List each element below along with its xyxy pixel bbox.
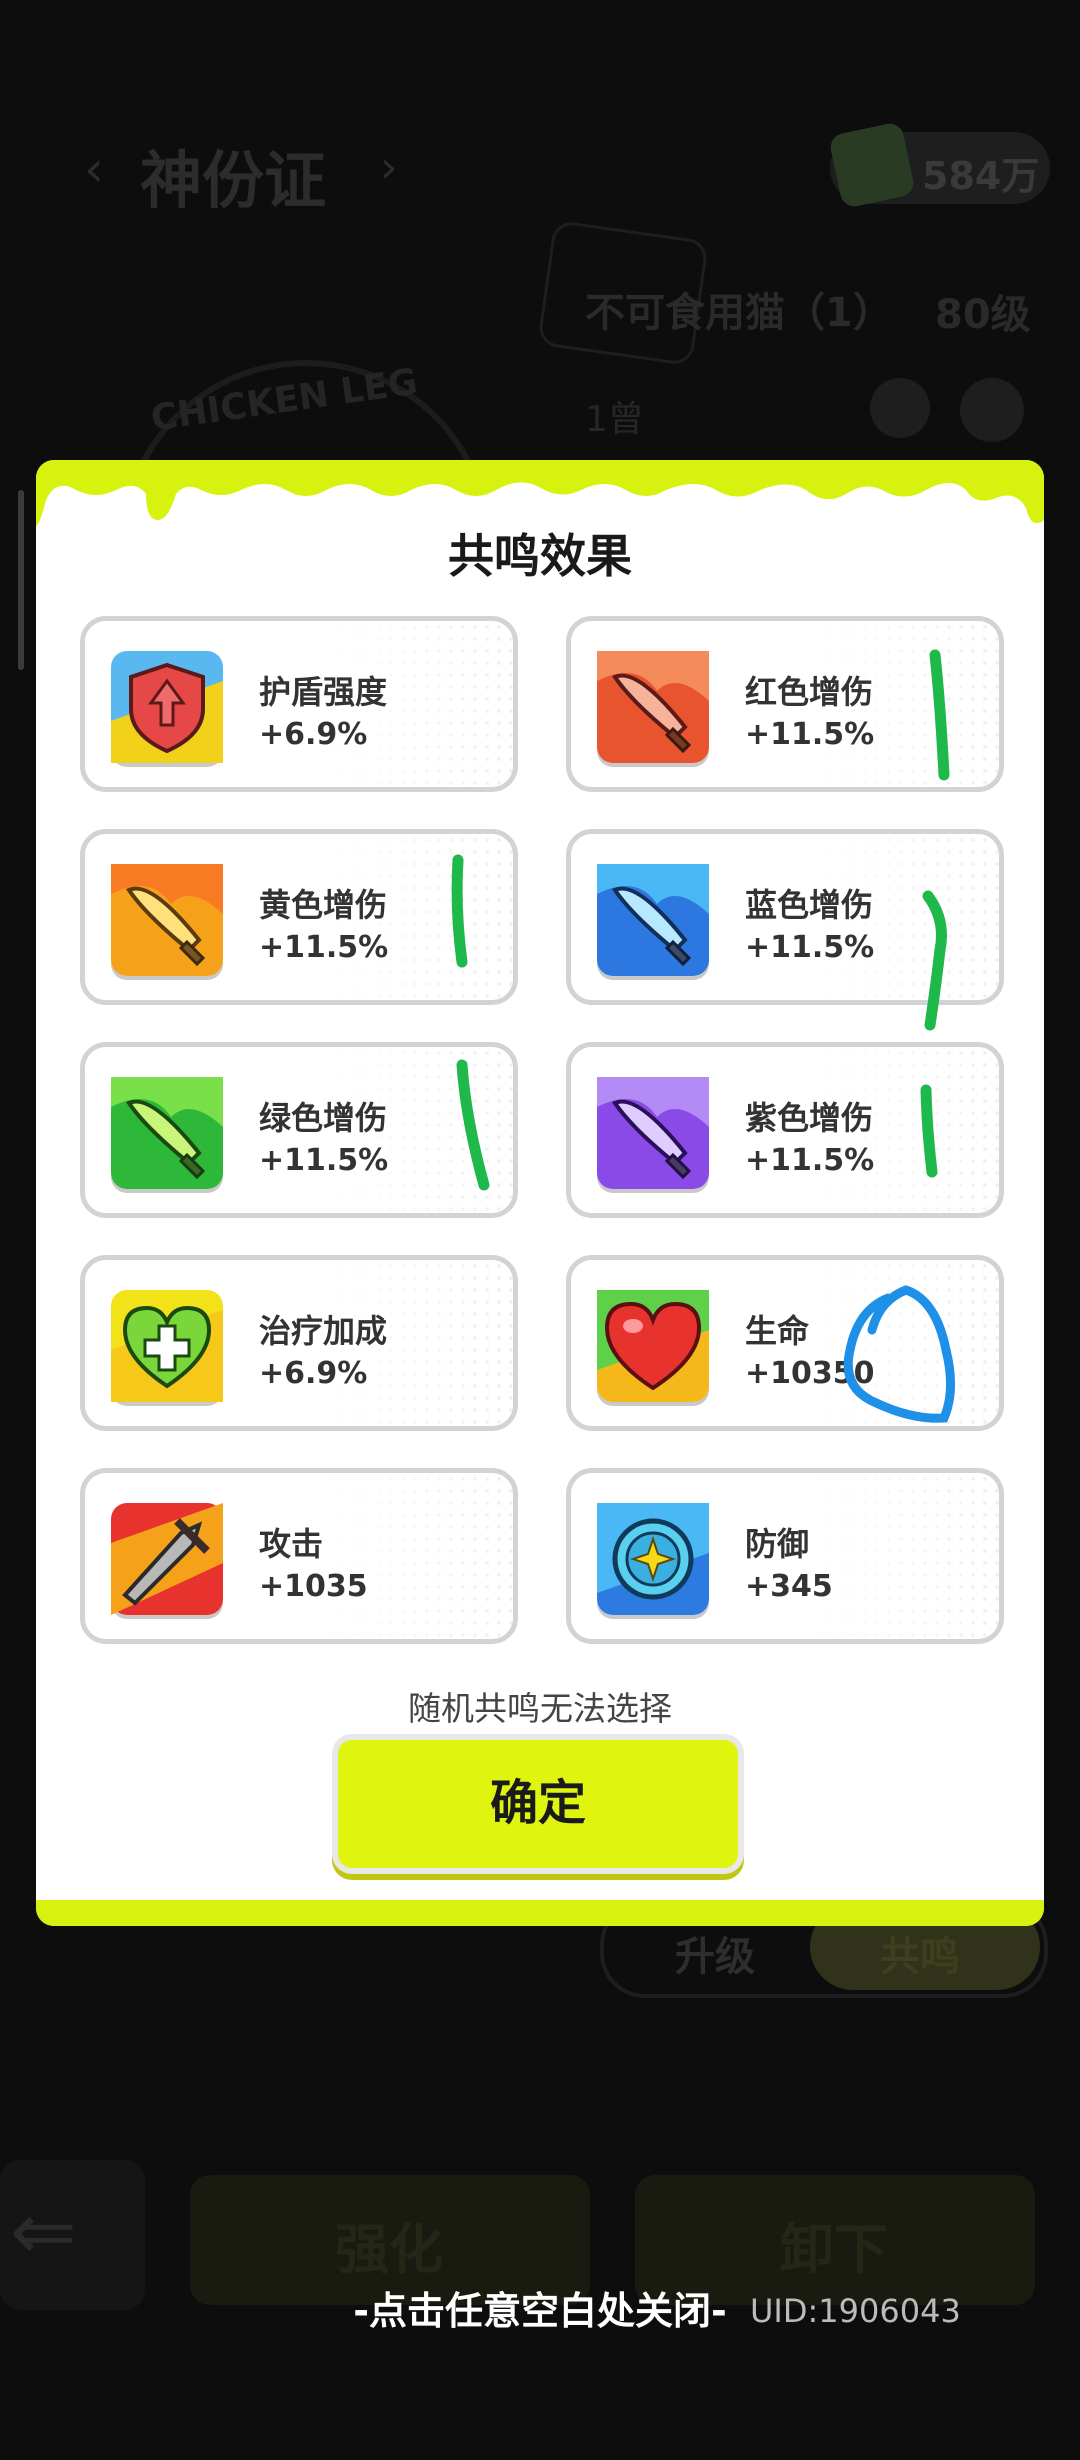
effect-value: +11.5%	[259, 1143, 389, 1178]
effect-card-heal: 治疗加成 +6.9%	[80, 1255, 518, 1431]
page-title: 神份证	[140, 144, 327, 217]
tab-upgrade: 升级	[675, 1934, 755, 1980]
effect-value: +11.5%	[745, 717, 875, 752]
heart-icon	[597, 1290, 709, 1402]
effect-card-purple: 紫色增伤 +11.5%	[566, 1042, 1004, 1218]
lock-icon	[870, 378, 930, 438]
effect-card-yellow: 黄色增伤 +11.5%	[80, 829, 518, 1005]
effect-value: +11.5%	[745, 1143, 875, 1178]
effect-name: 攻击	[259, 1525, 324, 1563]
uid-label: UID:1906043	[750, 2292, 961, 2330]
effect-value: +1035	[259, 1569, 368, 1604]
effect-value: +11.5%	[745, 930, 875, 965]
item-name: 不可食用猫（1）	[585, 290, 893, 336]
avatar-icon	[960, 378, 1024, 442]
purple-blade-icon	[597, 1077, 709, 1189]
effect-name: 生命	[745, 1312, 810, 1350]
effect-card-shield: 护盾强度 +6.9%	[80, 616, 518, 792]
modal-title: 共鸣效果	[448, 529, 632, 583]
shield-icon	[111, 651, 223, 763]
confirm-button[interactable]: 确定	[332, 1734, 744, 1874]
item-stage: 1曾	[585, 399, 644, 440]
effect-name: 蓝色增伤	[745, 886, 874, 924]
effect-name: 护盾强度	[259, 673, 388, 711]
modal-bottom-bar	[36, 1900, 1044, 1926]
effect-name: 红色增伤	[745, 673, 874, 711]
effect-card-defense: 防御 +345	[566, 1468, 1004, 1644]
effect-name: 防御	[745, 1525, 810, 1563]
forward-arrow-icon: ›	[380, 142, 398, 193]
defense-coin-icon	[597, 1503, 709, 1615]
scrollbar	[18, 490, 24, 670]
cash-icon	[828, 121, 916, 209]
effect-value: +6.9%	[259, 717, 368, 752]
blue-blade-icon	[597, 864, 709, 976]
green-blade-icon	[111, 1077, 223, 1189]
effect-value: +6.9%	[259, 1356, 368, 1391]
effect-name: 治疗加成	[259, 1312, 388, 1350]
resonance-modal: 共鸣效果 护盾强度 +6.9% 红色增伤 +11.5% 黄色增伤 +11.5% …	[36, 460, 1044, 1926]
effect-card-hp: 生命 +10350	[566, 1255, 1004, 1431]
sword-icon	[111, 1503, 223, 1615]
effect-card-green: 绿色增伤 +11.5%	[80, 1042, 518, 1218]
coin-amount: 584万	[922, 154, 1040, 198]
effect-name: 黄色增伤	[259, 886, 388, 924]
tab-resonance: 共鸣	[880, 1934, 960, 1980]
effect-card-blue: 蓝色增伤 +11.5%	[566, 829, 1004, 1005]
enhance-label: 强化	[335, 2218, 443, 2281]
yellow-blade-icon	[111, 864, 223, 976]
back-arrow-icon: ⇐	[10, 2185, 78, 2278]
effect-card-attack: 攻击 +1035	[80, 1468, 518, 1644]
effect-value: +345	[745, 1569, 833, 1604]
item-level: 80级	[935, 292, 1031, 338]
effect-name: 绿色增伤	[259, 1099, 388, 1137]
random-hint: 随机共鸣无法选择	[408, 1689, 672, 1728]
effect-value: +10350	[745, 1356, 875, 1391]
back-arrow-icon: ‹	[84, 140, 104, 198]
red-blade-icon	[597, 651, 709, 763]
unequip-label: 卸下	[780, 2218, 888, 2281]
effect-value: +11.5%	[259, 930, 389, 965]
effect-name: 紫色增伤	[745, 1099, 874, 1137]
heal-heart-icon	[111, 1290, 223, 1402]
effect-card-red: 红色增伤 +11.5%	[566, 616, 1004, 792]
